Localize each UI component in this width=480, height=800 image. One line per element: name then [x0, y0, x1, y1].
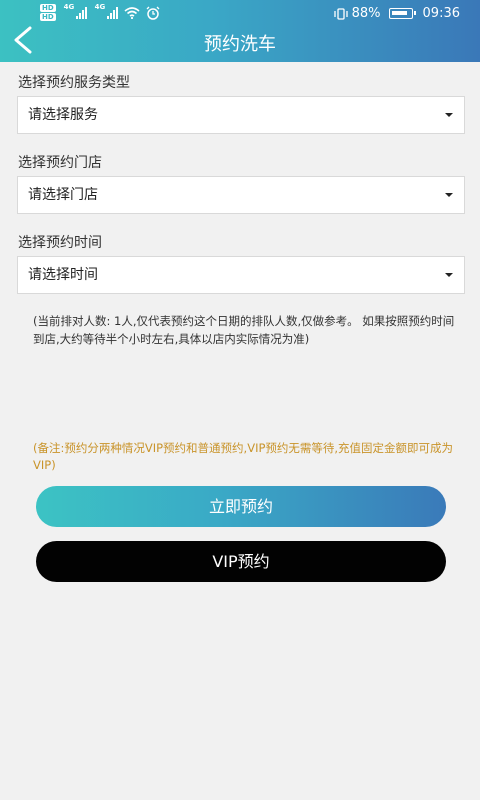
time-select[interactable]: 请选择时间: [17, 256, 465, 294]
status-right-indicators: 88% 09:36: [333, 6, 460, 21]
dropdown-caret-icon: [445, 273, 453, 277]
hd-badge: HD: [40, 13, 56, 21]
status-bar: HD HD 4G 4G 88% 09:36: [0, 0, 480, 28]
time-label: 选择预约时间: [18, 235, 102, 251]
vip-book-button[interactable]: VIP预约: [36, 541, 446, 582]
status-left-indicators: HD HD 4G 4G: [40, 3, 160, 22]
service-select-value: 请选择服务: [28, 107, 98, 123]
time-select-value: 请选择时间: [28, 267, 98, 283]
battery-percent: 88%: [351, 6, 381, 21]
battery-icon: [388, 8, 416, 19]
store-select-value: 请选择门店: [28, 187, 98, 203]
hd-badge: HD: [40, 4, 56, 12]
app-header: HD HD 4G 4G 88% 09:36 预约洗车: [0, 0, 480, 62]
service-select[interactable]: 请选择服务: [17, 96, 465, 134]
hd-badges: HD HD: [40, 4, 56, 22]
store-select[interactable]: 请选择门店: [17, 176, 465, 214]
network-label: 4G: [94, 3, 106, 11]
network-label: 4G: [63, 3, 75, 11]
queue-note: (当前排对人数: 1人,仅代表预约这个日期的排队人数,仅做参考。 如果按照预约时…: [33, 314, 455, 346]
dropdown-caret-icon: [445, 113, 453, 117]
page-title: 预约洗车: [204, 34, 276, 55]
signal-icon: 4G: [64, 3, 87, 19]
book-now-button[interactable]: 立即预约: [36, 486, 446, 527]
wifi-icon: [124, 7, 140, 19]
service-type-label: 选择预约服务类型: [18, 75, 130, 91]
store-label: 选择预约门店: [18, 155, 102, 171]
dropdown-caret-icon: [445, 193, 453, 197]
vip-remark: (备注:预约分两种情况VIP预约和普通预约,VIP预约无需等待,充值固定金额即可…: [33, 441, 454, 472]
status-time: 09:36: [422, 6, 460, 21]
alarm-icon: [146, 6, 160, 20]
signal-icon: 4G: [95, 3, 118, 19]
vibrate-icon: [333, 7, 348, 20]
